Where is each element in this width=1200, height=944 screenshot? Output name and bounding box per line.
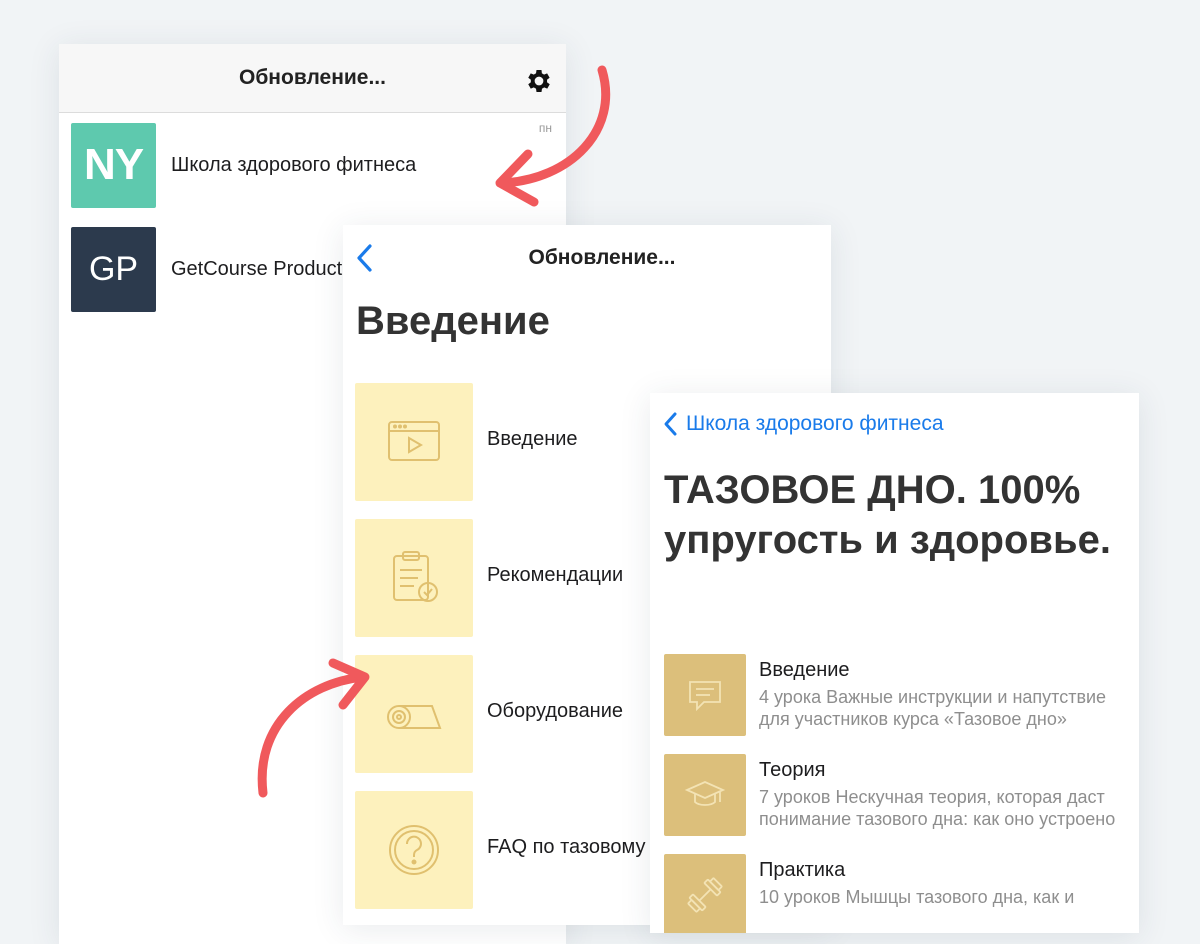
dumbbell-icon xyxy=(687,877,723,913)
back-chevron-icon[interactable] xyxy=(355,243,373,273)
annotation-arrow-bottom xyxy=(257,658,370,798)
lesson-tile-recommendations[interactable] xyxy=(355,519,473,637)
back-button[interactable]: Школа здорового фитнеса xyxy=(662,411,944,437)
back-label: Школа здорового фитнеса xyxy=(686,412,944,435)
chat-name: Школа здорового фитнеса xyxy=(171,153,417,176)
module-tile-intro[interactable] xyxy=(664,654,746,736)
lesson-label: Введение xyxy=(487,428,578,450)
video-player-icon xyxy=(388,421,440,461)
clipboard-check-icon xyxy=(393,551,438,602)
navigation-bar: Обновление... xyxy=(343,225,831,291)
annotation-arrow-top xyxy=(495,65,611,207)
avatar: NY xyxy=(71,122,156,208)
yoga-mat-icon xyxy=(387,705,442,729)
lesson-label: Оборудование xyxy=(487,700,624,722)
question-circle-icon xyxy=(389,825,439,875)
lesson-label: Рекомендации xyxy=(487,564,624,586)
back-chevron-icon xyxy=(664,412,677,436)
lesson-tile-intro[interactable] xyxy=(355,383,473,501)
chat-bubble-icon xyxy=(689,681,721,712)
page-title: Введение xyxy=(356,299,550,343)
course-screen: Школа здорового фитнеса ТАЗОВОЕ ДНО. 100… xyxy=(650,393,1139,933)
avatar: GP xyxy=(71,226,156,312)
module-title: Теория xyxy=(759,759,826,781)
module-description: 10 уроков Мышцы тазового дна, как и xyxy=(759,887,1075,907)
module-tile-practice[interactable] xyxy=(664,854,746,933)
module-tile-theory[interactable] xyxy=(664,754,746,836)
module-description: 4 урока Важные инструкции и напутствие д… xyxy=(759,687,1107,729)
lesson-tile-faq[interactable] xyxy=(355,791,473,909)
nav-title: Обновление... xyxy=(528,246,676,269)
nav-title: Обновление... xyxy=(239,66,386,89)
course-title: ТАЗОВОЕ ДНО. 100% упругость и здоровье. xyxy=(664,468,1111,562)
graduation-cap-icon xyxy=(684,781,726,806)
module-description: 7 уроков Нескучная теория, которая даст … xyxy=(759,787,1116,829)
chat-name: GetCourse Production xyxy=(171,257,369,280)
module-title: Введение xyxy=(759,659,850,681)
module-title: Практика xyxy=(759,859,846,881)
